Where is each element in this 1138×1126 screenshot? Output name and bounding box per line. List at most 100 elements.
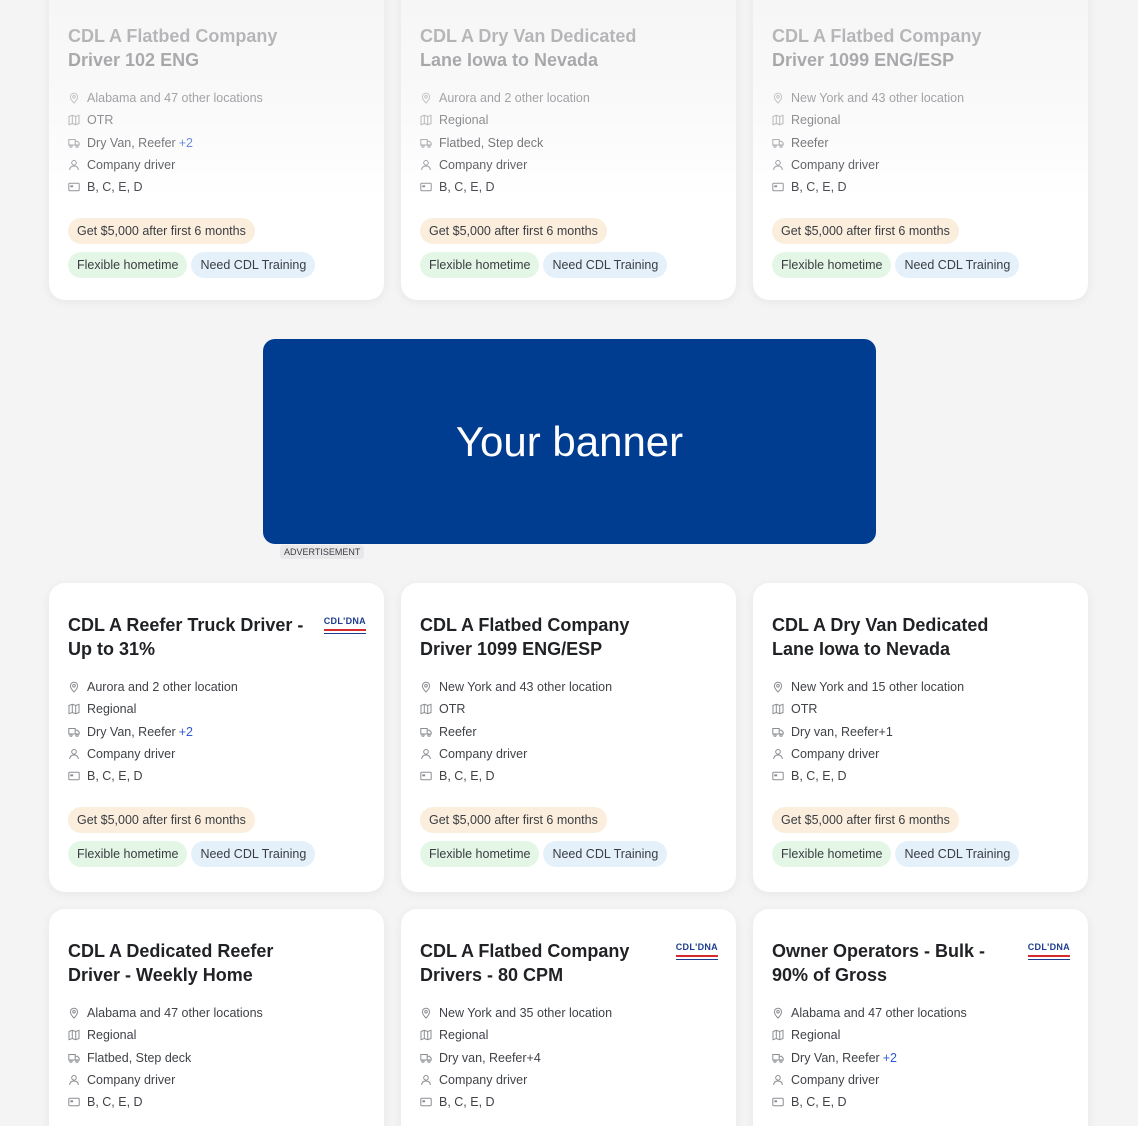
location-text: Alabama and 47 other locations xyxy=(87,1006,263,1021)
route-text: OTR xyxy=(439,702,466,717)
user-icon xyxy=(421,1075,431,1086)
location-text: New York and 15 other location xyxy=(791,680,965,695)
training-tag: Need CDL Training xyxy=(543,841,668,868)
route-text: Regional xyxy=(87,1028,137,1043)
location-pin-icon xyxy=(69,1007,79,1019)
equipment-text: Dry Van, Reefer xyxy=(791,1050,880,1065)
location-pin-icon xyxy=(69,681,79,693)
job-title[interactable]: CDL A Flatbed Company Driver 102 ENG xyxy=(68,24,318,72)
license-row: B, C, E, D xyxy=(68,765,366,787)
driver-type-row: Company driver xyxy=(420,154,718,176)
route-row: Regional xyxy=(772,1024,1070,1046)
license-card-icon xyxy=(420,1098,432,1107)
job-grid-bottom: CDL A Dedicated Reefer Driver - Weekly H… xyxy=(49,909,1088,1126)
driver-type-text: Company driver xyxy=(87,747,176,762)
card-header: Owner Operators - Bulk - 90% of Gross CD… xyxy=(772,939,1071,999)
license-card-icon xyxy=(772,183,784,192)
route-text: Regional xyxy=(439,1028,489,1043)
job-meta: New York and 43 other location Regional … xyxy=(772,87,1070,198)
company-logo: CDL'DNA xyxy=(323,617,367,634)
equipment-more[interactable]: +2 xyxy=(179,725,193,739)
route-text: Regional xyxy=(87,702,137,717)
equipment-row: Flatbed, Step deck xyxy=(420,132,718,154)
job-card[interactable]: CDL A Flatbed Company Driver 102 ENG Ala… xyxy=(49,0,384,300)
job-meta: New York and 35 other location Regional … xyxy=(420,1002,718,1113)
card-header: CDL A Flatbed Company Driver 1099 ENG/ES… xyxy=(772,24,1070,84)
job-title[interactable]: CDL A Dry Van Dedicated Lane Iowa to Nev… xyxy=(420,24,670,72)
job-card[interactable]: CDL A Reefer Truck Driver - Up to 31% CD… xyxy=(49,583,384,892)
job-title[interactable]: Owner Operators - Bulk - 90% of Gross xyxy=(772,939,1022,987)
equipment-text: Dry van, Reefer+1 xyxy=(791,724,893,739)
equipment-more[interactable]: +2 xyxy=(179,136,193,150)
equipment-text: Dry Van, Reefer xyxy=(87,724,176,739)
user-icon xyxy=(773,749,783,760)
job-title[interactable]: CDL A Dedicated Reefer Driver - Weekly H… xyxy=(68,939,318,987)
job-meta: Aurora and 2 other location Regional Dry… xyxy=(68,676,366,787)
license-card-icon xyxy=(420,772,432,781)
equipment-row: Flatbed, Step deck xyxy=(68,1047,366,1069)
license-text: B, C, E, D xyxy=(87,769,143,784)
equipment-text: Flatbed, Step deck xyxy=(87,1050,192,1065)
job-card[interactable]: CDL A Dry Van Dedicated Lane Iowa to Nev… xyxy=(401,0,736,300)
ad-banner[interactable]: Your banner xyxy=(263,339,876,544)
license-row: B, C, E, D xyxy=(420,176,718,198)
truck-icon xyxy=(68,1053,80,1063)
card-header: CDL A Dry Van Dedicated Lane Iowa to Nev… xyxy=(772,613,1070,673)
advertisement-label: ADVERTISEMENT xyxy=(280,545,365,559)
driver-type-row: Company driver xyxy=(772,1069,1070,1091)
job-card[interactable]: CDL A Dry Van Dedicated Lane Iowa to Nev… xyxy=(753,583,1088,892)
hometime-tag: Flexible hometime xyxy=(420,841,540,868)
bonus-tag: Get $5,000 after first 6 months xyxy=(772,807,959,834)
driver-type-row: Company driver xyxy=(68,154,366,176)
user-icon xyxy=(773,1075,783,1086)
map-icon xyxy=(772,704,784,715)
map-icon xyxy=(68,115,80,126)
hometime-tag: Flexible hometime xyxy=(772,252,892,279)
equipment-more[interactable]: +2 xyxy=(883,1051,897,1065)
location-row: New York and 15 other location xyxy=(772,676,1070,698)
location-text: New York and 43 other location xyxy=(791,91,965,106)
user-icon xyxy=(421,749,431,760)
job-card[interactable]: CDL A Flatbed Company Driver 1099 ENG/ES… xyxy=(401,583,736,892)
job-card[interactable]: CDL A Flatbed Company Drivers - 80 CPM C… xyxy=(401,909,736,1126)
driver-type-row: Company driver xyxy=(772,154,1070,176)
job-title[interactable]: CDL A Dry Van Dedicated Lane Iowa to Nev… xyxy=(772,613,1022,661)
bonus-tag: Get $5,000 after first 6 months xyxy=(420,218,607,245)
equipment-row: Reefer xyxy=(772,132,1070,154)
job-card[interactable]: CDL A Dedicated Reefer Driver - Weekly H… xyxy=(49,909,384,1126)
job-title[interactable]: CDL A Reefer Truck Driver - Up to 31% xyxy=(68,613,318,661)
route-row: Regional xyxy=(68,698,366,720)
driver-type-text: Company driver xyxy=(791,158,880,173)
location-row: Alabama and 47 other locations xyxy=(68,1002,366,1024)
route-text: Regional xyxy=(791,1028,841,1043)
job-card[interactable]: CDL A Flatbed Company Driver 1099 ENG/ES… xyxy=(753,0,1088,300)
route-text: Regional xyxy=(439,113,489,128)
equipment-text: Reefer xyxy=(791,135,829,150)
location-row: Alabama and 47 other locations xyxy=(68,87,366,109)
driver-type-row: Company driver xyxy=(68,1069,366,1091)
location-text: Alabama and 47 other locations xyxy=(87,91,263,106)
job-title[interactable]: CDL A Flatbed Company Drivers - 80 CPM xyxy=(420,939,670,987)
location-pin-icon xyxy=(421,92,431,104)
driver-type-text: Company driver xyxy=(87,1073,176,1088)
training-tag: Need CDL Training xyxy=(191,252,316,279)
job-meta: New York and 15 other location OTR Dry v… xyxy=(772,676,1070,787)
route-row: Regional xyxy=(420,109,718,131)
banner-text: Your banner xyxy=(455,417,684,465)
hometime-tag: Flexible hometime xyxy=(772,841,892,868)
bonus-tag: Get $5,000 after first 6 months xyxy=(68,807,255,834)
job-title[interactable]: CDL A Flatbed Company Driver 1099 ENG/ES… xyxy=(420,613,670,661)
truck-icon xyxy=(420,1053,432,1063)
job-title[interactable]: CDL A Flatbed Company Driver 1099 ENG/ES… xyxy=(772,24,1022,72)
location-pin-icon xyxy=(773,92,783,104)
map-icon xyxy=(772,115,784,126)
job-card[interactable]: Owner Operators - Bulk - 90% of Gross CD… xyxy=(753,909,1088,1126)
location-text: Aurora and 2 other location xyxy=(87,680,238,695)
driver-type-row: Company driver xyxy=(420,1069,718,1091)
license-text: B, C, E, D xyxy=(87,180,143,195)
map-icon xyxy=(420,115,432,126)
truck-icon xyxy=(420,727,432,737)
location-pin-icon xyxy=(421,1007,431,1019)
license-text: B, C, E, D xyxy=(439,180,495,195)
equipment-row: Dry Van, Reefer +2 xyxy=(772,1047,1070,1069)
